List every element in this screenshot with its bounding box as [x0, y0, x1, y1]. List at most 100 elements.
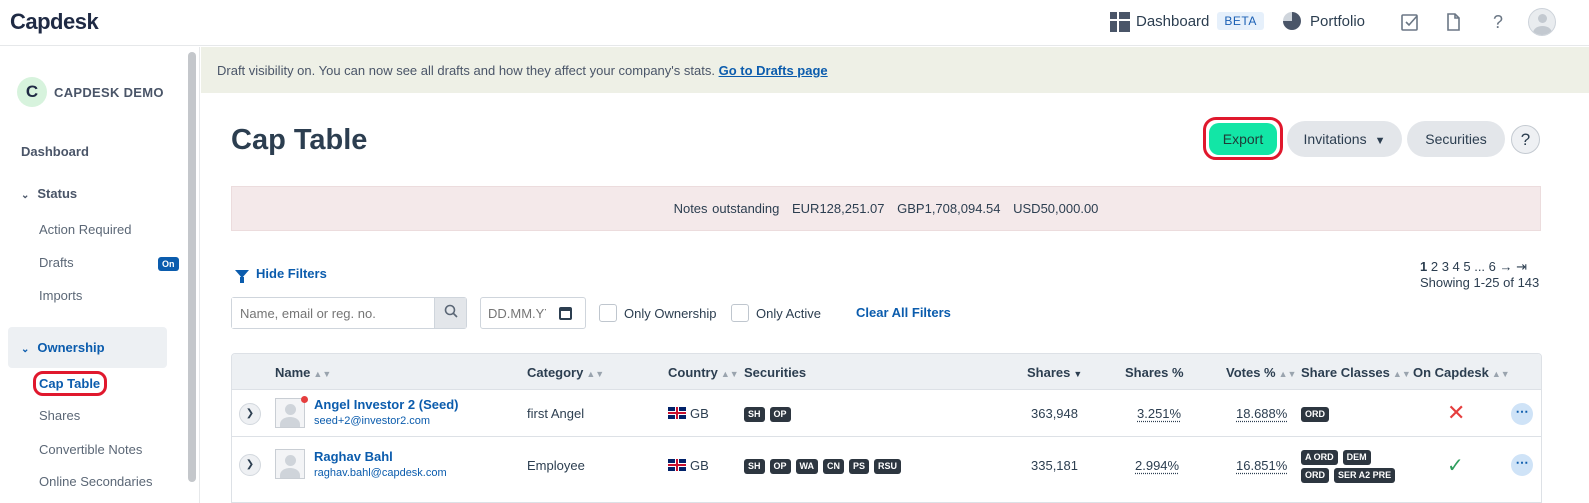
investor-avatar-icon	[275, 449, 305, 479]
table-row[interactable]: ❯ Raghav Bahl raghav.bahl@capdesk.com Em…	[232, 436, 1541, 496]
invitations-button[interactable]: Invitations ▼	[1287, 121, 1402, 157]
col-on-capdesk[interactable]: On Capdesk ▲▼	[1413, 365, 1510, 380]
sidebar-item-cap-table[interactable]: Cap Table	[39, 376, 100, 391]
notes-outstanding-bar: Notes outstanding EUR128,251.07 GBP1,708…	[231, 186, 1541, 231]
caret-down-icon: ▼	[1374, 135, 1386, 147]
sidebar-item-convertible-notes[interactable]: Convertible Notes	[39, 442, 142, 457]
export-button[interactable]: Export	[1209, 123, 1277, 155]
drafts-on-badge: On	[158, 257, 179, 271]
top-bar: Capdesk Dashboard BETA Portfolio ?	[0, 0, 1589, 46]
share-class-tag: SER A2 PRE	[1334, 468, 1396, 483]
not-on-capdesk-icon: ✕	[1447, 400, 1466, 425]
security-tag: SH	[744, 459, 765, 474]
col-securities: Securities	[744, 365, 807, 380]
investor-name-link[interactable]: Raghav Bahl	[314, 449, 393, 464]
dashboard-grid-icon	[1110, 12, 1130, 32]
hide-filters-button[interactable]: Hide Filters	[235, 266, 327, 283]
sidebar-scrollbar[interactable]	[188, 52, 196, 482]
security-tag: CN	[823, 459, 845, 474]
share-classes-cell: ORD	[1301, 405, 1334, 422]
only-ownership-checkbox[interactable]: Only Ownership	[599, 304, 716, 322]
col-share-classes[interactable]: Share Classes ▲▼	[1301, 365, 1411, 380]
col-shares[interactable]: Shares ▼	[1027, 365, 1082, 380]
on-capdesk-check-icon: ✓	[1447, 455, 1464, 477]
securities-cell: SH OP WA CN PS RSU	[744, 457, 906, 474]
share-class-tag: ORD	[1301, 468, 1329, 483]
row-more-button[interactable]: ⋯	[1511, 454, 1533, 476]
expand-row-button[interactable]: ❯	[239, 454, 261, 476]
share-class-tag: A ORD	[1301, 450, 1338, 465]
col-category[interactable]: Category ▲▼	[527, 365, 604, 380]
checkbox-box[interactable]	[599, 304, 617, 322]
col-votes-pct[interactable]: Votes % ▲▼	[1226, 365, 1296, 380]
drafts-page-link[interactable]: Go to Drafts page	[719, 63, 828, 78]
category-cell: first Angel	[527, 406, 585, 421]
country-cell: GB	[668, 406, 709, 421]
share-classes-cell: A ORD DEM ORD SER A2 PRE	[1301, 447, 1400, 483]
search-input[interactable]	[232, 298, 435, 328]
security-tag: PS	[849, 459, 870, 474]
row-more-button[interactable]: ⋯	[1511, 403, 1533, 425]
filter-icon	[235, 269, 249, 283]
nav-portfolio[interactable]: Portfolio	[1283, 12, 1365, 30]
calendar-icon[interactable]	[559, 306, 572, 320]
notes-usd: USD50,000.00	[1013, 201, 1099, 216]
sidebar-item-status[interactable]: ⌄ Status	[21, 186, 77, 201]
pagination-pages[interactable]: 1 2 3 4 5 ... 6 → ⇥	[1420, 259, 1539, 275]
checkbox-box[interactable]	[731, 304, 749, 322]
help-button[interactable]: ?	[1511, 125, 1540, 154]
votes-pct-cell[interactable]: 18.688%	[1236, 406, 1287, 421]
sidebar-item-drafts[interactable]: Drafts	[39, 255, 74, 270]
col-name[interactable]: Name ▲▼	[275, 365, 331, 380]
main-content: Draft visibility on. You can now see all…	[201, 47, 1589, 503]
sidebar-item-imports[interactable]: Imports	[39, 288, 82, 303]
investor-name-link[interactable]: Angel Investor 2 (Seed)	[314, 397, 458, 412]
date-field	[480, 297, 586, 329]
user-avatar-icon[interactable]	[1528, 8, 1556, 36]
share-class-tag: ORD	[1301, 407, 1329, 422]
date-input[interactable]	[481, 305, 553, 321]
shares-pct-cell[interactable]: 2.994%	[1135, 458, 1179, 473]
nav-dashboard[interactable]: Dashboard BETA	[1110, 12, 1264, 32]
security-tag: SH	[744, 407, 765, 422]
shares-pct-cell[interactable]: 3.251%	[1137, 406, 1181, 421]
search-button[interactable]	[434, 298, 466, 328]
notes-label: Notes outstanding	[673, 201, 780, 216]
sidebar: C CAPDESK DEMO Dashboard ⌄ Status Action …	[0, 47, 200, 503]
sidebar-item-dashboard[interactable]: Dashboard	[21, 144, 89, 159]
nav-portfolio-label: Portfolio	[1310, 12, 1366, 30]
sidebar-item-action-required[interactable]: Action Required	[39, 222, 132, 237]
sidebar-item-online-secondaries[interactable]: Online Secondaries	[39, 474, 152, 489]
chevron-down-icon: ⌄	[21, 344, 30, 355]
capdesk-logo[interactable]: Capdesk	[10, 9, 99, 35]
security-tag: OP	[769, 459, 791, 474]
checkbox-icon[interactable]	[1400, 12, 1420, 32]
uk-flag-icon	[668, 407, 686, 419]
country-cell: GB	[668, 458, 709, 473]
clear-all-filters-link[interactable]: Clear All Filters	[856, 305, 951, 320]
chevron-down-icon: ⌄	[21, 190, 30, 201]
votes-pct-cell[interactable]: 16.851%	[1236, 458, 1287, 473]
expand-row-button[interactable]: ❯	[239, 403, 261, 425]
sidebar-item-ownership[interactable]: ⌄ Ownership	[21, 340, 105, 355]
sidebar-item-shares[interactable]: Shares	[39, 408, 80, 423]
document-icon[interactable]	[1443, 12, 1463, 32]
only-active-checkbox[interactable]: Only Active	[731, 304, 821, 322]
investor-avatar-icon	[275, 398, 305, 428]
notification-dot-icon	[301, 396, 308, 403]
help-icon[interactable]: ?	[1488, 12, 1508, 32]
table-row[interactable]: ❯ Angel Investor 2 (Seed) seed+2@investo…	[232, 389, 1541, 437]
pie-chart-icon	[1283, 12, 1301, 30]
security-tag: OP	[769, 407, 791, 422]
table-header: Name ▲▼ Category ▲▼ Country ▲▼ Securities S…	[232, 354, 1541, 389]
pagination-summary: Showing 1-25 of 143	[1420, 275, 1540, 290]
securities-cell: SH OP	[744, 405, 796, 422]
company-switcher[interactable]: C CAPDESK DEMO	[17, 77, 164, 107]
securities-button[interactable]: Securities	[1407, 121, 1505, 157]
col-country[interactable]: Country ▲▼	[668, 365, 739, 380]
draft-banner: Draft visibility on. You can now see all…	[201, 47, 1589, 93]
security-tag: WA	[795, 459, 819, 474]
search-icon	[444, 304, 458, 318]
investor-email: raghav.bahl@capdesk.com	[314, 467, 447, 479]
beta-badge: BETA	[1217, 12, 1264, 30]
